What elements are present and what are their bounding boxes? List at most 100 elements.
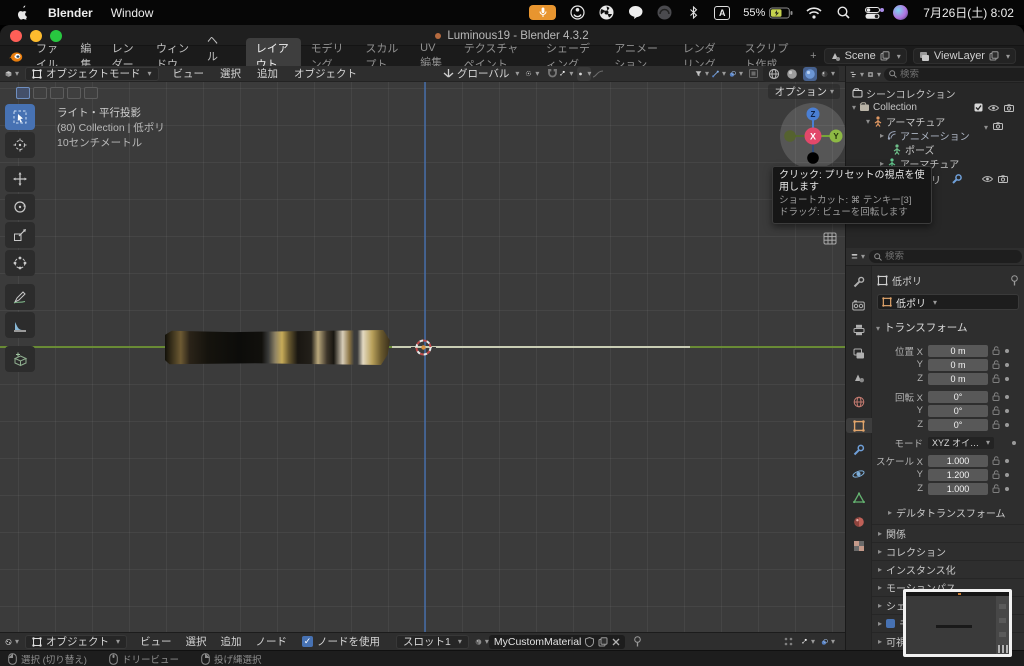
quickbar-icon-5[interactable] [84, 87, 98, 99]
lock-icon[interactable] [992, 420, 1000, 429]
browse-material-icon[interactable] [475, 635, 489, 649]
snap-target-icon[interactable] [559, 67, 573, 81]
tab-render[interactable] [846, 298, 872, 313]
shader-editor-type-icon[interactable] [5, 635, 19, 649]
animate-dot[interactable] [1005, 362, 1009, 367]
tool-annotate[interactable] [5, 284, 35, 310]
apple-logo-icon[interactable] [14, 5, 30, 21]
viewlayer-selector[interactable]: ViewLayer [912, 48, 1016, 64]
tab-physics[interactable] [846, 466, 872, 481]
add-workspace-button[interactable]: + [803, 50, 823, 62]
rotation-z-field[interactable]: 0° [928, 418, 988, 431]
battery-status[interactable]: 55% [743, 7, 793, 19]
tab-view-layer[interactable] [846, 346, 872, 361]
eye-icon[interactable] [988, 104, 999, 112]
cursor-3d[interactable] [410, 334, 437, 361]
animate-dot[interactable] [1005, 458, 1009, 463]
menubar-app-name[interactable]: Blender [48, 6, 93, 20]
location-x-field[interactable]: 0 m [928, 344, 988, 357]
panel-collections[interactable]: コレクション [872, 542, 1024, 559]
shader-type-selector[interactable]: オブジェクト [25, 634, 128, 649]
shader-snap-target-icon[interactable] [801, 635, 815, 649]
orientation-selector[interactable]: グローバル [443, 66, 519, 81]
animate-dot[interactable] [1005, 472, 1009, 477]
use-nodes-checkbox[interactable]: ✓ [302, 636, 314, 647]
properties-search-input[interactable] [885, 251, 1017, 262]
animate-dot[interactable] [1005, 408, 1009, 413]
copy-icon[interactable] [598, 636, 608, 647]
lock-icon[interactable] [992, 392, 1000, 401]
outliner-display-mode-icon[interactable] [850, 67, 864, 81]
proportional-edit-icon[interactable] [577, 66, 592, 81]
tab-tool[interactable] [846, 274, 872, 289]
location-y-field[interactable]: 0 m [928, 358, 988, 371]
fake-user-shield-icon[interactable] [585, 636, 595, 647]
material-slot-selector[interactable]: スロット1 [396, 634, 469, 649]
shading-solid-icon[interactable] [785, 67, 799, 81]
shading-rendered-icon[interactable] [821, 67, 835, 81]
outliner-row-scene-collection[interactable]: シーンコレクション [852, 86, 956, 101]
tool-add-cube[interactable] [5, 346, 35, 372]
object-name-field[interactable]: 低ポリ [877, 294, 1019, 310]
lock-icon[interactable] [992, 346, 1000, 355]
outliner-row-armature[interactable]: アーマチュア [866, 114, 945, 129]
pivot-point-icon[interactable] [525, 67, 539, 81]
viewport-menu-select[interactable]: 選択 [212, 66, 249, 81]
shader-snap-icon[interactable] [781, 635, 795, 649]
quickbar-icon-2[interactable] [33, 87, 47, 99]
unlink-x-icon[interactable] [612, 638, 620, 646]
properties-editor-icon[interactable] [851, 250, 865, 264]
tab-scene[interactable] [846, 370, 872, 385]
tab-modifiers[interactable] [846, 442, 872, 457]
chevron-down-icon[interactable] [984, 117, 988, 135]
outliner-search-input[interactable] [900, 68, 1024, 80]
falloff-curve-icon[interactable] [591, 67, 605, 81]
shader-overlays-icon[interactable] [821, 635, 835, 649]
mic-indicator-icon[interactable] [529, 5, 557, 20]
tab-object-data[interactable] [846, 490, 872, 505]
animate-dot[interactable] [1005, 486, 1009, 491]
lock-icon[interactable] [992, 470, 1000, 479]
properties-search[interactable] [869, 250, 1022, 263]
viewport-3d[interactable]: オブジェクトモード ビュー 選択 追加 オブジェクト グローバル [0, 66, 845, 632]
mode-selector[interactable]: オブジェクトモード [25, 66, 159, 81]
options-dropdown[interactable]: オプション [768, 84, 840, 99]
viewport-menu-object[interactable]: オブジェクト [286, 66, 365, 81]
camera-icon[interactable] [993, 122, 1004, 130]
rotation-mode-dropdown[interactable]: XYZ オイ… [928, 436, 994, 449]
animate-dot[interactable] [1005, 422, 1009, 427]
camera-icon[interactable] [998, 175, 1008, 183]
lock-icon[interactable] [992, 406, 1000, 415]
siri-icon[interactable] [893, 5, 909, 20]
blender-logo-icon[interactable] [8, 49, 23, 64]
quickbar-icon-3[interactable] [50, 87, 64, 99]
line-app-icon[interactable] [627, 5, 643, 21]
scale-x-field[interactable]: 1.000 [928, 454, 988, 467]
input-source-icon[interactable]: A [714, 5, 731, 20]
breadcrumb-object-name[interactable]: 低ポリ [892, 273, 922, 288]
round-app-icon[interactable] [656, 5, 672, 21]
viewport-menu-add[interactable]: 追加 [249, 66, 286, 81]
wifi-icon[interactable] [806, 5, 822, 21]
scale-z-field[interactable]: 1.000 [928, 482, 988, 495]
tool-scale[interactable] [5, 222, 35, 248]
tool-transform[interactable] [5, 250, 35, 276]
show-object-types-icon[interactable] [695, 67, 709, 81]
rotation-x-field[interactable]: 0° [928, 390, 988, 403]
tool-move[interactable] [5, 166, 35, 192]
camera-icon[interactable] [1004, 103, 1014, 112]
spotlight-search-icon[interactable] [835, 5, 851, 21]
transform-panel-header[interactable]: トランスフォーム [876, 320, 967, 335]
editor-type-icon[interactable] [5, 67, 19, 81]
tab-material[interactable] [846, 514, 872, 529]
bluetooth-icon[interactable] [685, 5, 701, 21]
panel-instancing[interactable]: インスタンス化 [872, 560, 1024, 577]
location-z-field[interactable]: 0 m [928, 372, 988, 385]
gizmos-toggle-icon[interactable] [712, 67, 726, 81]
shading-material-icon[interactable] [803, 66, 817, 81]
lock-icon[interactable] [992, 360, 1000, 369]
tab-output[interactable] [846, 322, 872, 337]
lock-icon[interactable] [992, 484, 1000, 493]
outliner-row-animation[interactable]: アニメーション [880, 128, 970, 143]
shader-menu-add[interactable]: 追加 [214, 634, 249, 649]
